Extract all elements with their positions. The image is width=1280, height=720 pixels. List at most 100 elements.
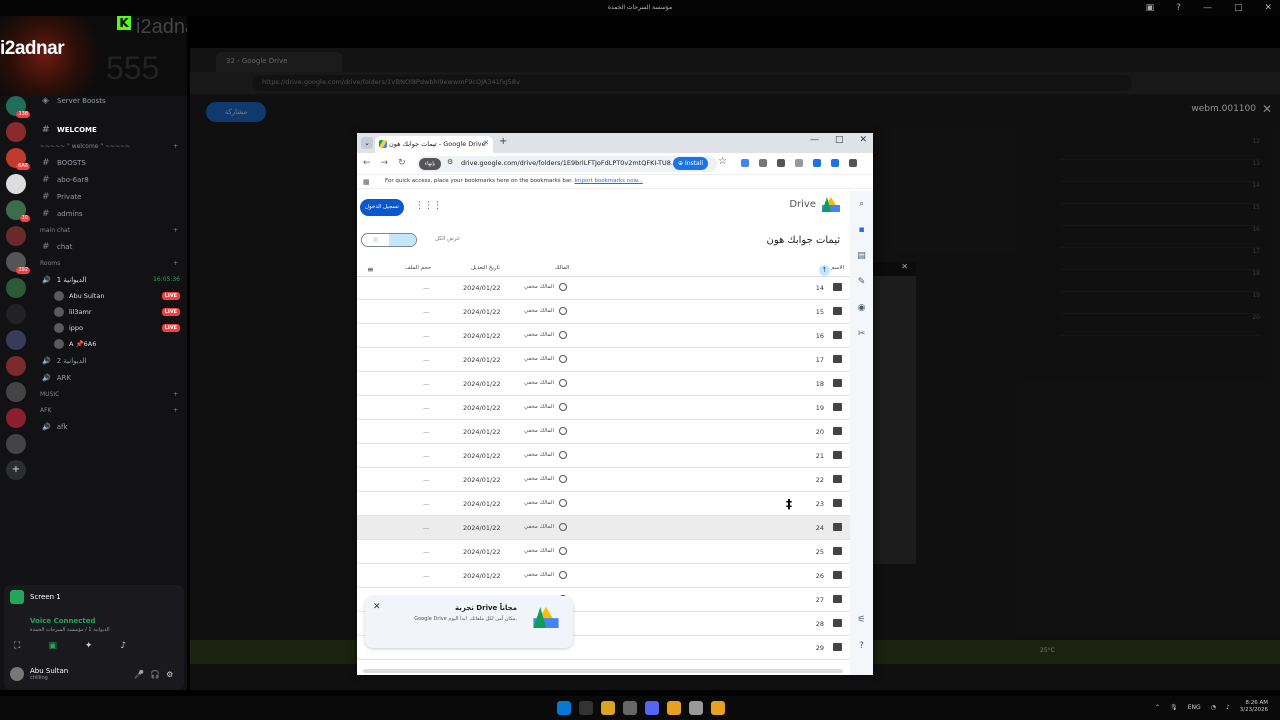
search-icon[interactable] <box>579 701 593 715</box>
table-row[interactable]: 22 المالك مخفي 2024/01/22 — <box>357 468 850 492</box>
voice-channel[interactable]: 🔊 ARK <box>36 369 184 386</box>
sign-in-button[interactable]: تسجيل الدخول <box>360 199 404 216</box>
table-row[interactable]: 23 المالك مخفي 2024/01/22 — <box>357 492 850 516</box>
maximize-icon[interactable]: □ <box>1234 0 1243 16</box>
horizontal-scrollbar[interactable] <box>363 669 843 673</box>
server-icon[interactable] <box>6 278 26 298</box>
col-size[interactable]: حجم الملف <box>405 265 431 271</box>
server-icon[interactable] <box>6 408 26 428</box>
col-name[interactable]: الاسم <box>831 265 844 271</box>
screen-share-button-icon[interactable]: ▣ <box>48 641 57 651</box>
tab-close-icon[interactable]: ✕ <box>483 139 489 147</box>
import-bookmarks-link[interactable]: Import bookmarks now... <box>575 178 643 184</box>
list-view-icon[interactable]: ☰✓ <box>389 234 416 246</box>
channel-category[interactable]: main chat + <box>36 222 184 238</box>
mic-icon[interactable]: 🎙 <box>1170 704 1178 711</box>
search-icon[interactable]: ⌕ <box>850 191 873 217</box>
view-all-label[interactable]: عرض الكل <box>435 236 460 242</box>
language-indicator[interactable]: ENG <box>1188 704 1201 711</box>
extension-icon[interactable] <box>795 159 803 167</box>
apps-icon[interactable]: ▦ <box>363 178 370 186</box>
tab-search-icon[interactable]: ⌄ <box>361 137 373 149</box>
drive-logo[interactable]: Drive <box>789 197 840 212</box>
games-icon[interactable]: ◉ <box>850 295 873 321</box>
server-boosts[interactable]: ◈ Server Boosts <box>36 92 184 109</box>
voice-user[interactable]: Abu Sultan LIVE <box>36 288 184 304</box>
camera-icon[interactable]: ⛶ <box>14 641 20 651</box>
extension-icon[interactable] <box>777 159 785 167</box>
category-afk[interactable]: AFK + <box>36 402 184 418</box>
install-button[interactable]: ⊕ Install <box>673 157 708 170</box>
drive-tab[interactable]: ثيمات جوابك هون - Google Drive ✕ <box>375 136 493 153</box>
promo-close-icon[interactable]: ✕ <box>373 602 381 612</box>
tools-icon[interactable]: ✂ <box>850 321 873 347</box>
customize-icon[interactable]: ⚟ <box>850 607 873 633</box>
server-icon[interactable]: 6A6 <box>6 148 30 170</box>
server-icon[interactable]: 138 <box>6 96 30 118</box>
sort-arrow-icon[interactable]: ↑ <box>819 265 830 276</box>
add-server-icon[interactable]: + <box>6 460 26 480</box>
discord-icon[interactable] <box>645 701 659 715</box>
table-row[interactable]: 19 المالك مخفي 2024/01/22 — <box>357 396 850 420</box>
back-icon[interactable]: ← <box>363 158 371 168</box>
start-icon[interactable] <box>557 701 571 715</box>
channel-category[interactable]: ~~~~~ " welcome " ~~~~~ + <box>36 138 184 154</box>
table-row[interactable]: 18 المالك مخفي 2024/01/22 — <box>357 372 850 396</box>
wifi-icon[interactable]: ◔ <box>1211 704 1216 711</box>
close-icon[interactable]: ✕ <box>859 135 867 145</box>
extension-icon[interactable] <box>813 159 821 167</box>
headphones-icon[interactable]: 🎧 <box>150 670 160 679</box>
voice-user[interactable]: ippo LIVE <box>36 320 184 336</box>
chat-icon[interactable]: ▪ <box>850 217 873 243</box>
live-badge[interactable]: LIVE <box>161 324 180 332</box>
extension-icon[interactable] <box>759 159 767 167</box>
grid-view-icon[interactable]: ▦ <box>362 234 389 246</box>
bookmark-star-icon[interactable]: ☆ <box>718 156 727 167</box>
minimize-icon[interactable]: — <box>810 135 819 145</box>
table-row[interactable]: 14 المالك مخفي 2024/01/22 — <box>357 276 850 300</box>
app-icon[interactable] <box>689 701 703 715</box>
table-row[interactable]: 17 المالك مخفي 2024/01/22 — <box>357 348 850 372</box>
menu-icon[interactable] <box>849 159 857 167</box>
server-icon[interactable] <box>6 382 26 402</box>
voice-room-1[interactable]: 🔊 الديوانية 1 16:05:36 <box>36 271 184 288</box>
clock[interactable]: 8:26 AM 3/23/2026 <box>1240 700 1268 714</box>
tray-chevron-icon[interactable]: ⌃ <box>1155 704 1160 711</box>
profile-chip[interactable]: بإنهاء <box>419 158 441 170</box>
voice-user[interactable]: lil3amr LIVE <box>36 304 184 320</box>
voice-afk[interactable]: 🔊 afk <box>36 418 184 435</box>
text-channel[interactable]: # Private <box>36 188 184 205</box>
minimize-icon[interactable]: — <box>1203 0 1212 16</box>
file-explorer-icon[interactable] <box>601 701 615 715</box>
add-channel-icon[interactable]: + <box>173 260 178 267</box>
server-icon[interactable] <box>6 434 26 454</box>
server-icon[interactable] <box>6 122 26 142</box>
table-row[interactable]: 21 المالك مخفي 2024/01/22 — <box>357 444 850 468</box>
category-music[interactable]: MUSIC + <box>36 386 184 402</box>
col-owner[interactable]: المالك <box>555 265 569 271</box>
live-badge[interactable]: LIVE <box>161 292 180 300</box>
close-icon[interactable]: ✕ <box>1264 0 1272 16</box>
help-icon[interactable]: ? <box>1176 0 1181 16</box>
channel-category[interactable]: Rooms + <box>36 255 184 271</box>
chrome-icon[interactable] <box>667 701 681 715</box>
server-icon[interactable]: 10 <box>6 200 30 222</box>
mic-icon[interactable]: 🎤 <box>134 670 144 679</box>
voice-user[interactable]: A 📌6A6 <box>36 336 184 352</box>
maximize-icon[interactable]: □ <box>835 135 844 145</box>
settings-icon[interactable]: ⚙ <box>166 670 173 679</box>
table-row[interactable]: 16 المالك مخفي 2024/01/22 — <box>357 324 850 348</box>
text-channel[interactable]: # admins <box>36 205 184 222</box>
activities-icon[interactable]: ✦ <box>85 641 93 651</box>
voice-channel[interactable]: 🔊 الديوانية 2 <box>36 352 184 369</box>
text-channel[interactable]: # abo-6ar8 <box>36 171 184 188</box>
forward-icon[interactable]: → <box>381 158 389 168</box>
help-icon[interactable]: ? <box>850 633 873 659</box>
edit-icon[interactable]: ✎ <box>850 269 873 295</box>
reload-icon[interactable]: ↻ <box>398 158 406 168</box>
table-row[interactable]: 24 المالك مخفي 2024/01/22 — <box>357 516 850 540</box>
text-channel[interactable]: # chat <box>36 238 184 255</box>
extension-icon[interactable] <box>831 159 839 167</box>
table-row[interactable]: 20 المالك مخفي 2024/01/22 — <box>357 420 850 444</box>
reading-list-icon[interactable]: ▤ <box>850 243 873 269</box>
